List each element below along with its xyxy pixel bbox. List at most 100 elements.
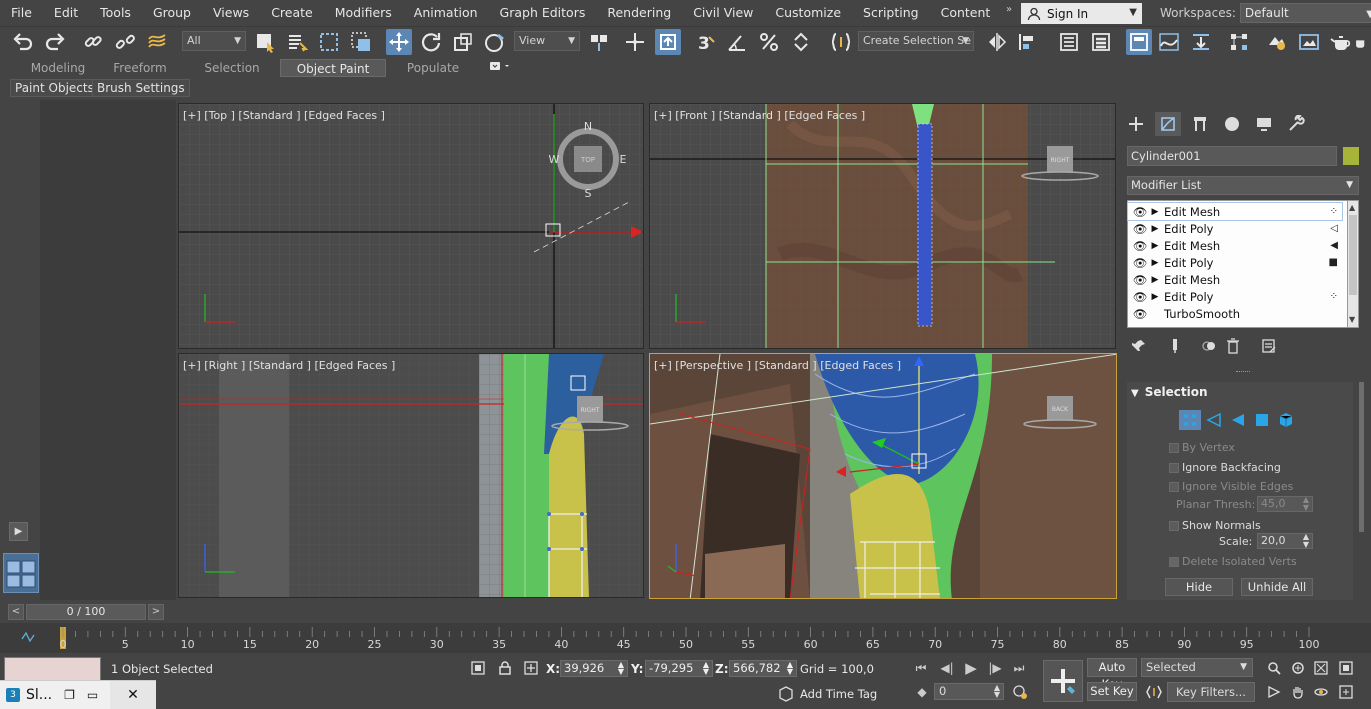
zoom-extents-all-button[interactable] [1338,660,1354,676]
add-time-tag[interactable]: Add Time Tag [800,687,877,701]
by-vertex-checkbox[interactable]: By Vertex [1169,441,1235,454]
rollout-header[interactable]: ▼ Selection [1131,385,1208,399]
go-to-end-button[interactable]: ⏭ [1010,660,1028,676]
field-of-view-button[interactable] [1266,684,1282,700]
unlink-button[interactable] [112,29,138,55]
eye-icon[interactable]: 👁 [1131,239,1149,253]
set-keys-button[interactable] [1043,660,1083,702]
spinner-arrows-icon[interactable]: ▲ ▼ [994,684,1000,699]
rotate-button[interactable] [418,29,444,55]
object-name-field[interactable]: Cylinder001 [1127,146,1337,166]
previous-frame-button[interactable]: ◀| [938,660,956,676]
viewport-layouts-button[interactable] [3,553,39,593]
render-extra-button[interactable] [1352,29,1370,55]
expand-arrow-icon[interactable]: ▶ [1149,241,1161,251]
viewport-top-label[interactable]: [+] [Top ] [Standard ] [Edged Faces ] [183,109,385,122]
expand-arrow-icon[interactable]: ▶ [1149,275,1161,285]
menu-content[interactable]: Content [930,0,1002,26]
viewport-top[interactable]: TOP N S E W [+] [Top ] [Standard ] [Edge… [178,103,644,349]
stack-item[interactable]: 👁 ▶ Edit Poly ⁘ [1128,288,1342,305]
stack-item[interactable]: 👁 ▶ Edit Mesh ⁘ [1127,202,1343,221]
set-key-button[interactable]: Set Key [1087,682,1137,701]
menu-graph-editors[interactable]: Graph Editors [489,0,597,26]
menu-rendering[interactable]: Rendering [596,0,682,26]
expand-arrow-icon[interactable]: ▶ [1149,292,1161,302]
configure-modifier-sets-button[interactable] [1259,336,1279,356]
spinner-arrows-icon[interactable]: ▲ ▼ [618,661,624,676]
key-mode-toggle[interactable]: ◆ [914,684,930,700]
track-bar[interactable]: 0 5 10 15 20 25 30 35 40 45 50 55 60 65 70 75 80 85 90 95 10… [0,623,1371,653]
link-button[interactable] [80,29,106,55]
scene-explorer-button[interactable] [1056,29,1082,55]
time-next-button[interactable]: > [148,604,164,620]
sign-in-button[interactable]: Sign In ▼ [1021,3,1142,24]
keyboard-shortcut-override-button[interactable] [655,29,681,55]
move-button[interactable] [386,29,412,55]
tab-display[interactable] [1251,112,1277,136]
selection-lock-button[interactable] [497,660,513,676]
eye-icon[interactable]: 👁 [1131,256,1149,270]
show-normals-checkbox[interactable]: Show Normals [1169,519,1261,532]
workspaces-select[interactable]: Default ▼ [1239,3,1371,23]
rollout-divider[interactable] [1236,371,1250,374]
next-frame-button[interactable]: |▶ [986,660,1004,676]
play-button[interactable]: ▶ [962,658,980,678]
stack-item[interactable]: 👁 ▶ Edit Mesh [1128,271,1342,288]
subtab-brush-settings[interactable]: Brush Settings [92,79,190,97]
delete-isolated-verts-checkbox[interactable]: Delete Isolated Verts [1169,555,1297,568]
pan-view-button[interactable] [1290,684,1306,700]
select-object-button[interactable] [252,29,278,55]
subtab-paint-objects[interactable]: Paint Objects [10,79,99,97]
angle-snap-button[interactable] [724,29,750,55]
edge-mode-button[interactable] [1203,410,1225,430]
hide-button[interactable]: Hide [1165,578,1233,596]
bind-space-warp-button[interactable] [144,29,170,55]
tab-motion[interactable] [1219,112,1245,136]
snaps-toggle-button[interactable]: 3 [692,29,718,55]
menu-views[interactable]: Views [202,0,260,26]
spinner-arrows-icon[interactable]: ▲ ▼ [787,661,793,676]
mirror-button[interactable] [984,29,1010,55]
ignore-visible-edges-checkbox[interactable]: Ignore Visible Edges [1169,480,1293,493]
close-button[interactable]: ✕ [110,681,156,709]
go-to-start-button[interactable]: ⏮ [912,660,930,676]
y-coordinate-field[interactable]: -79,295 ▲ ▼ [645,660,713,677]
scale-button[interactable] [450,29,476,55]
scroll-up-icon[interactable]: ▲ [1349,203,1355,212]
object-color-swatch[interactable] [1343,147,1359,165]
maxscript-listener[interactable] [4,657,101,681]
tab-utilities[interactable] [1283,112,1309,136]
region-select-button[interactable] [316,29,342,55]
menu-animation[interactable]: Animation [403,0,489,26]
face-mode-button[interactable] [1227,410,1249,430]
menu-customize[interactable]: Customize [764,0,852,26]
stack-item[interactable]: 👁 ▶ Edit Mesh ◀ [1128,237,1342,254]
element-mode-button[interactable] [1275,410,1297,430]
spinner-arrows-icon[interactable]: ▲ ▼ [1303,533,1309,549]
select-manipulate-button[interactable] [622,29,648,55]
menu-edit[interactable]: Edit [43,0,89,26]
key-selection-dropdown[interactable]: Selected ▼ [1141,658,1253,677]
schematic-view-button[interactable] [1188,29,1214,55]
rendered-frame-window-button[interactable] [1296,29,1322,55]
command-panel-scrollbar[interactable] [1359,382,1364,532]
curve-editor-button[interactable] [1156,29,1182,55]
orbit-button[interactable] [1313,684,1329,700]
restore-icon[interactable]: ❐ [64,688,75,702]
eye-icon[interactable]: 👁 [1131,307,1149,321]
pivot-center-button[interactable] [586,29,612,55]
material-editor-button[interactable] [1226,29,1252,55]
modifier-list-dropdown[interactable]: Modifier List ▼ [1127,176,1359,195]
eye-icon[interactable]: 👁 [1131,273,1149,287]
expand-arrow-icon[interactable]: ▶ [1149,258,1161,268]
selection-set-dropdown[interactable]: Create Selection Se ▼ [858,31,974,51]
selection-filter-dropdown[interactable]: All ▼ [182,31,246,51]
show-end-result-button[interactable] [1165,336,1185,356]
render-production-button[interactable] [1328,29,1354,55]
ignore-backfacing-checkbox[interactable]: Ignore Backfacing [1169,461,1281,474]
eye-icon[interactable]: 👁 [1131,290,1149,304]
x-coordinate-field[interactable]: 39,926 ▲ ▼ [560,660,628,677]
undo-button[interactable] [10,29,36,55]
zoom-all-button[interactable] [1290,660,1306,676]
select-by-name-button[interactable] [284,29,310,55]
